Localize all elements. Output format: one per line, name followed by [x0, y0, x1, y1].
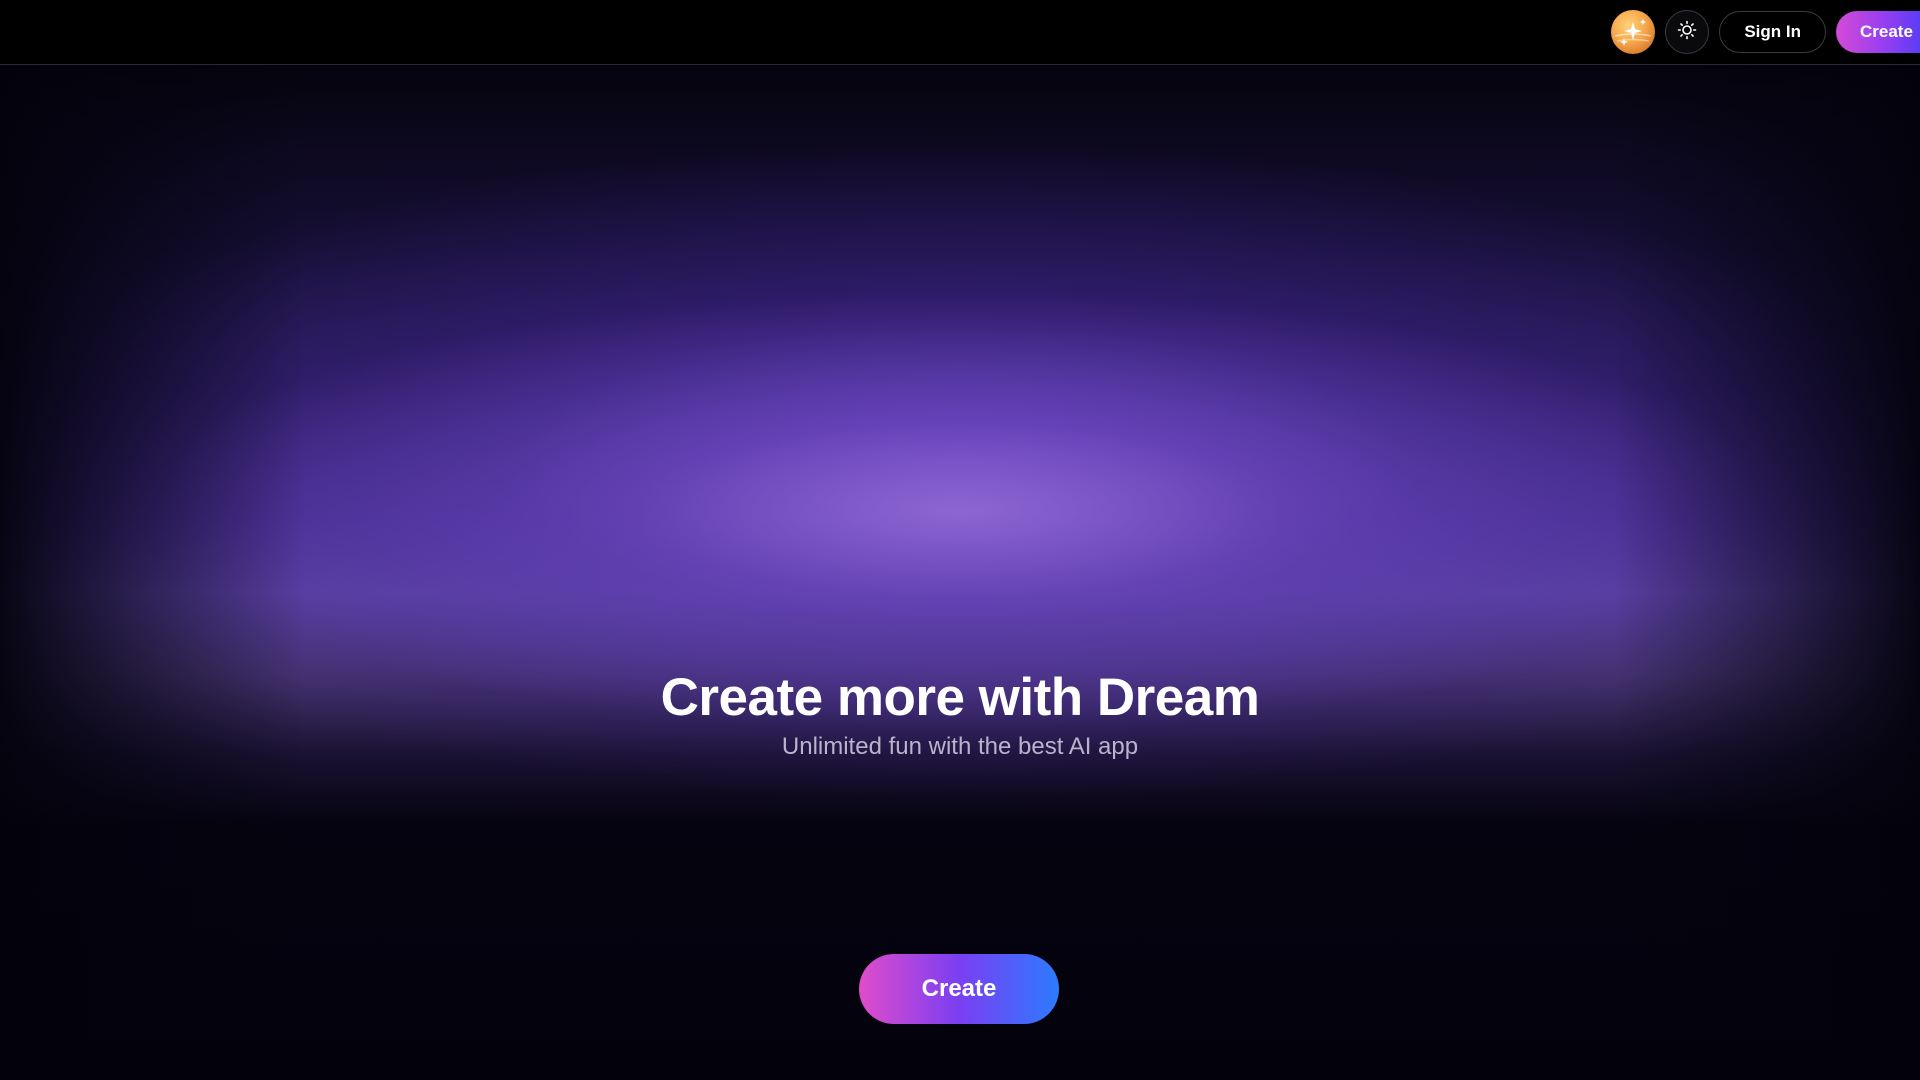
theme-toggle-button[interactable]	[1665, 10, 1710, 54]
top-navigation-bar: Sign In Create	[0, 0, 1920, 65]
sun-icon	[1677, 20, 1697, 45]
sparkle-avatar-icon[interactable]	[1611, 10, 1656, 54]
page: Sign In Create Create more with Dream Un…	[0, 0, 1920, 1080]
hero-title: Create more with Dream	[660, 668, 1260, 727]
hero-background-fade	[0, 64, 1920, 1080]
topbar-actions: Sign In Create	[1611, 0, 1920, 64]
hero-subtitle: Unlimited fun with the best AI app	[781, 733, 1139, 760]
sign-in-button[interactable]: Sign In	[1719, 11, 1826, 53]
hero-text: Create more with Dream Unlimited fun wit…	[0, 664, 1920, 762]
nav-create-button[interactable]: Create	[1836, 11, 1920, 53]
hero-create-button[interactable]: Create	[859, 954, 1059, 1024]
